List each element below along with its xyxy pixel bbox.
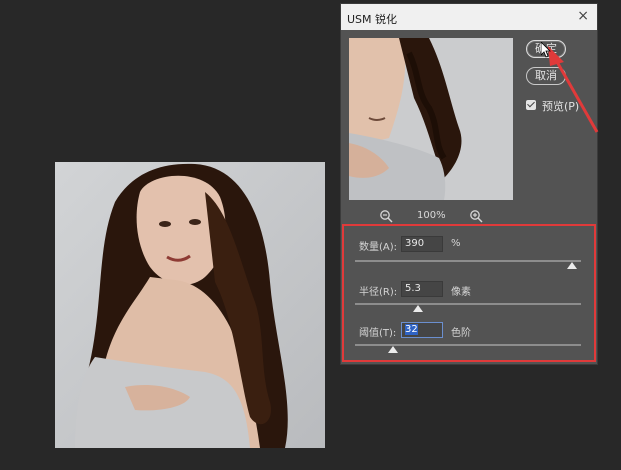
threshold-input[interactable]: 32 (401, 322, 443, 338)
amount-slider-thumb[interactable] (566, 262, 577, 269)
radius-unit: 像素 (451, 287, 471, 298)
preview-label: 预览(P) (542, 100, 580, 113)
preview-image[interactable] (349, 38, 513, 200)
dialog-title: USM 锐化 (347, 13, 398, 26)
preview-photo (349, 38, 513, 200)
ok-button[interactable]: 确定 (526, 40, 566, 58)
amount-value: 390 (405, 238, 425, 249)
portrait-photo (55, 162, 325, 448)
usm-sharpen-dialog: USM 锐化 × 100% 确定 取消 预览(P) 数量(A): 390 % 半… (340, 3, 598, 365)
zoom-out-icon[interactable] (379, 209, 393, 223)
canvas-image (55, 162, 325, 448)
zoom-level: 100% (417, 210, 446, 221)
amount-label: 数量(A): (359, 242, 398, 253)
threshold-slider-thumb[interactable] (388, 346, 399, 353)
zoom-in-icon[interactable] (469, 209, 483, 223)
cancel-button[interactable]: 取消 (526, 67, 566, 85)
threshold-unit: 色阶 (451, 328, 471, 339)
zoom-controls: 100% (379, 209, 489, 225)
amount-slider-track[interactable] (355, 260, 581, 262)
amount-input[interactable]: 390 (401, 236, 443, 252)
close-icon[interactable]: × (577, 8, 589, 24)
radius-input[interactable]: 5.3 (401, 281, 443, 297)
dialog-titlebar[interactable]: USM 锐化 × (341, 4, 597, 30)
radius-slider-track[interactable] (355, 303, 581, 305)
threshold-value: 32 (405, 324, 418, 335)
threshold-label: 阈值(T): (359, 328, 397, 339)
radius-label: 半径(R): (359, 287, 398, 298)
radius-value: 5.3 (405, 283, 421, 294)
parameters-panel: 数量(A): 390 % 半径(R): 5.3 像素 阈值(T): 32 色阶 (341, 226, 597, 364)
checkbox-icon[interactable] (526, 100, 536, 110)
radius-slider-thumb[interactable] (413, 305, 424, 312)
amount-unit: % (451, 238, 461, 249)
